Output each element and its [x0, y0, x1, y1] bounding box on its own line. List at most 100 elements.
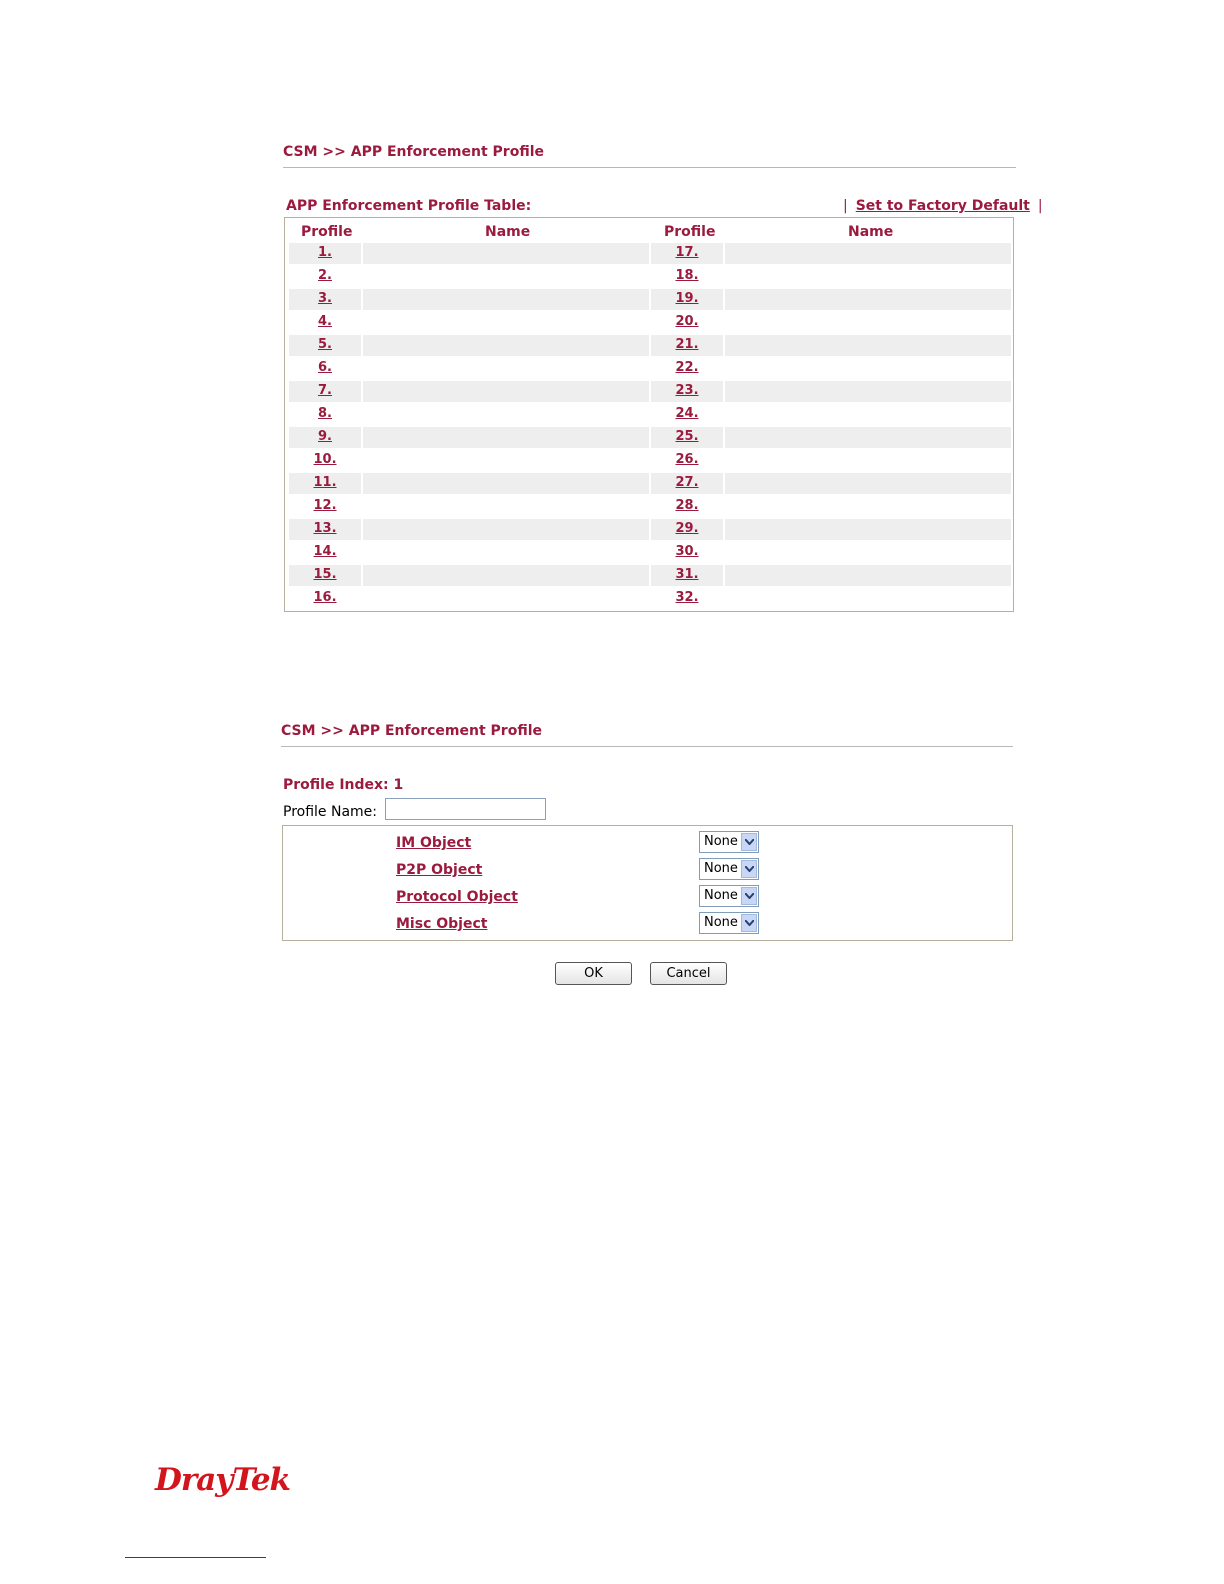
name-cell [363, 496, 649, 517]
column-header-name-left: Name [485, 224, 531, 240]
profile-link[interactable]: 10. [289, 452, 361, 467]
profile-link[interactable]: 13. [289, 521, 361, 536]
profile-link[interactable]: 29. [651, 521, 723, 536]
profile-link[interactable]: 20. [651, 314, 723, 329]
profile-link[interactable]: 27. [651, 475, 723, 490]
profile-cell: 29. [651, 519, 723, 540]
table-row: 16. 32. [289, 588, 1011, 609]
profile-link[interactable]: 30. [651, 544, 723, 559]
name-cell [725, 542, 1011, 563]
chevron-down-icon [741, 833, 757, 851]
profile-link[interactable]: 19. [651, 291, 723, 306]
name-cell [725, 496, 1011, 517]
profile-link[interactable]: 15. [289, 567, 361, 582]
name-cell [725, 381, 1011, 402]
protocol-object-select[interactable]: None [699, 885, 759, 907]
name-cell [725, 427, 1011, 448]
table-row: 1. 17. [289, 243, 1011, 264]
name-cell [725, 312, 1011, 333]
profile-link[interactable]: 5. [289, 337, 361, 352]
profile-link[interactable]: 18. [651, 268, 723, 283]
name-cell [725, 243, 1011, 264]
table-row: 3. 19. [289, 289, 1011, 310]
p2p-object-link[interactable]: P2P Object [396, 862, 482, 878]
profile-link[interactable]: 2. [289, 268, 361, 283]
profile-cell: 16. [289, 588, 361, 609]
profile-link[interactable]: 22. [651, 360, 723, 375]
profile-link[interactable]: 1. [289, 245, 361, 260]
name-cell [363, 312, 649, 333]
profile-link[interactable]: 16. [289, 590, 361, 605]
name-cell [363, 588, 649, 609]
profile-link[interactable]: 9. [289, 429, 361, 444]
profile-link[interactable]: 17. [651, 245, 723, 260]
profile-cell: 9. [289, 427, 361, 448]
name-cell [725, 473, 1011, 494]
profile-name-label: Profile Name: [283, 804, 378, 820]
name-cell [363, 289, 649, 310]
breadcrumb-title-1: CSM >> APP Enforcement Profile [283, 144, 544, 160]
profile-cell: 17. [651, 243, 723, 264]
misc-object-link[interactable]: Misc Object [396, 916, 487, 932]
ok-button[interactable]: OK [555, 962, 632, 985]
profile-link[interactable]: 3. [289, 291, 361, 306]
profile-link[interactable]: 14. [289, 544, 361, 559]
profile-link[interactable]: 32. [651, 590, 723, 605]
chevron-down-icon [741, 914, 757, 932]
name-cell [725, 266, 1011, 287]
name-cell [725, 450, 1011, 471]
profile-name-input[interactable] [385, 798, 546, 820]
name-cell [725, 358, 1011, 379]
profile-cell: 22. [651, 358, 723, 379]
profile-link[interactable]: 21. [651, 337, 723, 352]
profile-cell: 1. [289, 243, 361, 264]
table-row: 14. 30. [289, 542, 1011, 563]
profile-link[interactable]: 7. [289, 383, 361, 398]
profile-index-label: Profile Index: 1 [283, 777, 404, 793]
misc-object-select[interactable]: None [699, 912, 759, 934]
profile-link[interactable]: 28. [651, 498, 723, 513]
im-object-value: None [704, 834, 738, 849]
profile-link[interactable]: 23. [651, 383, 723, 398]
table-row: 6. 22. [289, 358, 1011, 379]
name-cell [725, 289, 1011, 310]
profile-link[interactable]: 12. [289, 498, 361, 513]
profile-link[interactable]: 24. [651, 406, 723, 421]
im-object-link[interactable]: IM Object [396, 835, 471, 851]
profile-cell: 27. [651, 473, 723, 494]
profile-cell: 26. [651, 450, 723, 471]
profile-link[interactable]: 4. [289, 314, 361, 329]
profile-cell: 21. [651, 335, 723, 356]
set-factory-default-link[interactable]: Set to Factory Default [856, 198, 1030, 214]
name-cell [363, 266, 649, 287]
profile-link[interactable]: 8. [289, 406, 361, 421]
name-cell [363, 565, 649, 586]
cancel-button[interactable]: Cancel [650, 962, 727, 985]
p2p-object-select[interactable]: None [699, 858, 759, 880]
name-cell [363, 335, 649, 356]
table-row: 7. 23. [289, 381, 1011, 402]
name-cell [363, 473, 649, 494]
profile-cell: 31. [651, 565, 723, 586]
profile-link[interactable]: 26. [651, 452, 723, 467]
profile-table: Profile Name Profile Name 1. 17. 2. 18. 3. 19… [284, 217, 1014, 612]
name-cell [363, 519, 649, 540]
table-row: 12. 28. [289, 496, 1011, 517]
table-row: 8. 24. [289, 404, 1011, 425]
name-cell [725, 404, 1011, 425]
chevron-down-icon [741, 887, 757, 905]
table-row: 10. 26. [289, 450, 1011, 471]
profile-cell: 6. [289, 358, 361, 379]
profile-cell: 30. [651, 542, 723, 563]
im-object-select[interactable]: None [699, 831, 759, 853]
profile-link[interactable]: 31. [651, 567, 723, 582]
profile-link[interactable]: 11. [289, 475, 361, 490]
protocol-object-link[interactable]: Protocol Object [396, 889, 518, 905]
title-divider-1 [283, 167, 1016, 168]
factory-default-bar: | Set to Factory Default | [843, 198, 1043, 214]
name-cell [363, 381, 649, 402]
profile-cell: 10. [289, 450, 361, 471]
profile-link[interactable]: 6. [289, 360, 361, 375]
table-row: 4. 20. [289, 312, 1011, 333]
profile-link[interactable]: 25. [651, 429, 723, 444]
